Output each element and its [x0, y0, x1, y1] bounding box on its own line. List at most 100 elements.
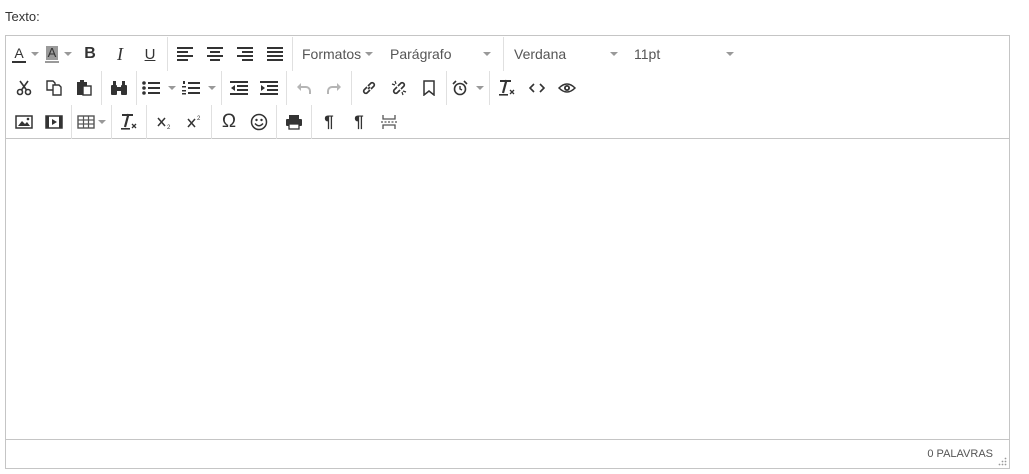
cut-button[interactable]	[9, 74, 39, 102]
table-button[interactable]	[74, 108, 109, 136]
media-icon	[45, 115, 63, 129]
background-color-button[interactable]: A	[42, 40, 75, 68]
italic-button[interactable]: I	[105, 40, 135, 68]
unlink-button[interactable]	[384, 74, 414, 102]
font-family-select[interactable]: Verdana	[506, 40, 624, 68]
history-group	[287, 71, 352, 105]
omega-icon: Ω	[221, 111, 237, 132]
text-color-button[interactable]: A	[9, 40, 42, 68]
align-justify-button[interactable]	[260, 40, 290, 68]
insert-group: Ω	[212, 105, 277, 139]
left-to-right-button[interactable]: ¶	[314, 108, 344, 136]
rich-text-editor: A A B I U Formatos Parágrafo Verdana 11p…	[5, 35, 1010, 469]
resize-handle-icon[interactable]	[997, 456, 1007, 466]
subscript-icon: 2	[157, 117, 171, 130]
remove-format-button[interactable]	[492, 74, 522, 102]
right-to-left-button[interactable]: ¶	[344, 108, 374, 136]
clear-format-button[interactable]	[114, 108, 144, 136]
indent-button[interactable]	[254, 74, 284, 102]
underline-button[interactable]: U	[135, 40, 165, 68]
chevron-down-icon	[168, 86, 176, 90]
find-replace-icon	[111, 81, 127, 95]
special-character-button[interactable]: Ω	[214, 108, 244, 136]
copy-icon	[46, 80, 62, 96]
source-code-button[interactable]	[522, 74, 552, 102]
editor-content-area[interactable]	[6, 139, 1009, 439]
preview-button[interactable]	[552, 74, 582, 102]
block-format-select[interactable]: Parágrafo	[383, 40, 501, 68]
emoticon-icon	[250, 113, 268, 131]
bullet-list-icon	[142, 81, 160, 95]
chevron-down-icon	[476, 86, 484, 90]
copy-button[interactable]	[39, 74, 69, 102]
superscript-button[interactable]: 2	[179, 108, 209, 136]
superscript-icon: 2	[187, 116, 201, 128]
svg-text:2: 2	[167, 125, 171, 130]
emoticon-button[interactable]	[244, 108, 274, 136]
field-label: Texto:	[5, 9, 40, 24]
paste-button[interactable]	[69, 74, 99, 102]
code-icon	[529, 83, 545, 93]
insert-image-button[interactable]	[9, 108, 39, 136]
chevron-down-icon	[208, 86, 216, 90]
paste-icon	[77, 80, 92, 96]
chevron-down-icon	[483, 52, 491, 56]
align-left-icon	[177, 47, 193, 61]
redo-icon	[327, 83, 341, 94]
chevron-down-icon	[726, 52, 734, 56]
clipboard-group	[7, 71, 102, 105]
align-center-button[interactable]	[200, 40, 230, 68]
bold-button[interactable]: B	[75, 40, 105, 68]
link-button[interactable]	[354, 74, 384, 102]
editor-toolbar: A A B I U Formatos Parágrafo Verdana 11p…	[6, 36, 1009, 139]
rtl-icon: ¶	[354, 112, 364, 131]
align-center-icon	[207, 47, 223, 61]
insert-media-button[interactable]	[39, 108, 69, 136]
word-count: 0 PALAVRAS	[927, 448, 993, 460]
script-group: 2 2	[147, 105, 212, 139]
list-group	[137, 71, 222, 105]
text-color-icon: A	[12, 46, 26, 63]
link-icon	[362, 81, 376, 95]
align-justify-icon	[267, 47, 283, 61]
insert-datetime-button[interactable]	[449, 74, 487, 102]
alarm-clock-icon	[452, 80, 468, 96]
numbered-list-icon	[182, 81, 200, 95]
misc-group	[490, 71, 584, 105]
page-break-button[interactable]	[374, 108, 404, 136]
chevron-down-icon	[98, 120, 106, 124]
numbered-list-button[interactable]	[179, 74, 219, 102]
formats-select[interactable]: Formatos	[295, 40, 383, 68]
toolbar-row-1: A A B I U Formatos Parágrafo Verdana 11p…	[6, 37, 1009, 71]
print-button[interactable]	[279, 108, 309, 136]
svg-text:2: 2	[197, 116, 201, 122]
image-icon	[15, 115, 33, 129]
undo-icon	[297, 83, 311, 94]
subscript-button[interactable]: 2	[149, 108, 179, 136]
align-right-button[interactable]	[230, 40, 260, 68]
align-left-button[interactable]	[170, 40, 200, 68]
underline-icon: U	[144, 45, 156, 63]
chevron-down-icon	[610, 52, 618, 56]
formats-group: Formatos Parágrafo	[293, 37, 504, 71]
background-color-icon: A	[45, 45, 59, 63]
alignment-group	[168, 37, 293, 71]
cut-icon	[16, 80, 32, 96]
time-group	[447, 71, 490, 105]
color-group: A A B I U	[7, 37, 168, 71]
bookmark-button[interactable]	[414, 74, 444, 102]
bold-icon: B	[84, 45, 96, 62]
redo-button[interactable]	[319, 74, 349, 102]
editor-statusbar: 0 PALAVRAS	[6, 439, 1009, 468]
find-replace-button[interactable]	[104, 74, 134, 102]
font-group: Verdana 11pt	[504, 37, 744, 71]
print-group	[277, 105, 312, 139]
remove-format-icon	[499, 79, 515, 96]
indent-group	[222, 71, 287, 105]
search-group	[102, 71, 137, 105]
undo-button[interactable]	[289, 74, 319, 102]
font-size-select[interactable]: 11pt	[624, 40, 742, 68]
outdent-button[interactable]	[224, 74, 254, 102]
bullet-list-button[interactable]	[139, 74, 179, 102]
clear-format-icon	[121, 113, 137, 130]
